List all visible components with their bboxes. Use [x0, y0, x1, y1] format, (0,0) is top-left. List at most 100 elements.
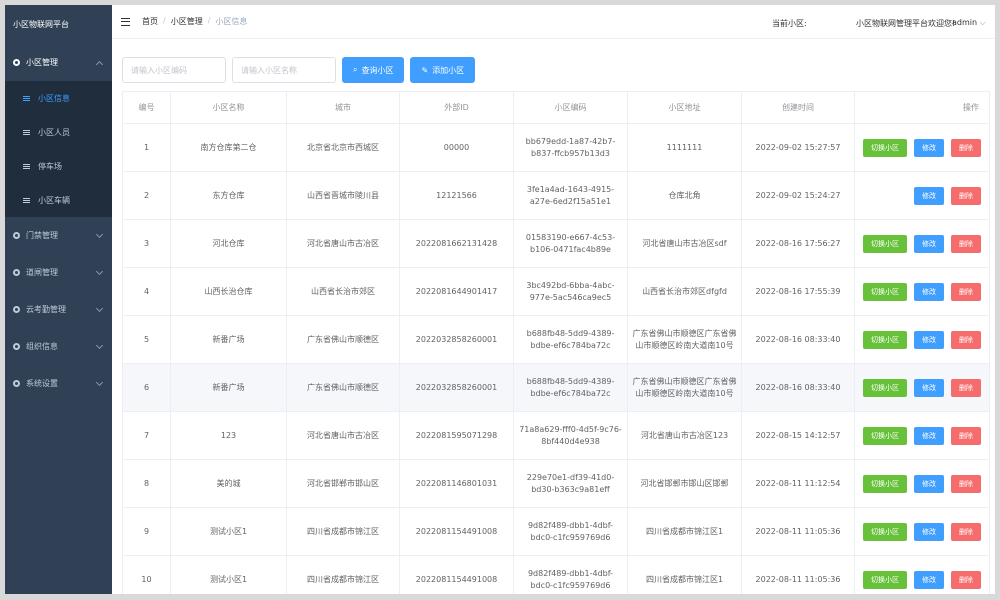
switch-community-button[interactable]: 切换小区 [863, 282, 907, 301]
sidebar-subitem-0-0[interactable]: 小区信息 [5, 81, 112, 115]
grid-icon [23, 94, 30, 102]
edit-button[interactable]: 修改 [914, 234, 944, 253]
community-table: 编号 小区名称 城市 外部ID 小区编码 小区地址 创建时间 操作 1 南方仓库第二仓 北京省北京… [122, 91, 990, 594]
delete-button[interactable]: 删除 [951, 282, 981, 301]
cell-addr: 广东省佛山市顺德区广东省佛山市顺德区岭南大道南10号 [627, 315, 742, 364]
community-name-input[interactable] [232, 57, 336, 83]
sidebar-menu-3[interactable]: 云考勤管理 [5, 291, 112, 328]
cell-addr: 四川省成都市锦江区1 [627, 555, 742, 594]
delete-button[interactable]: 删除 [951, 474, 981, 493]
cell-ops: 切换小区 修改 删除 [854, 507, 990, 556]
edit-button[interactable]: 修改 [914, 426, 944, 445]
cell-ext: 2022081154491008 [399, 555, 514, 594]
delete-button[interactable]: 删除 [951, 426, 981, 445]
column-header: 操作 [854, 91, 990, 124]
menu-label: 系统设置 [26, 379, 58, 388]
switch-community-button[interactable]: 切换小区 [863, 378, 907, 397]
delete-button[interactable]: 删除 [951, 234, 981, 253]
sidebar-menu-1[interactable]: 门禁管理 [5, 217, 112, 254]
settings-icon [13, 59, 20, 66]
app-frame: 小区物联网平台 小区管理 小区信息 小区人员 停车场 小区车辆 门禁管理 道闸管理 云考勤管理… [5, 5, 995, 594]
column-header: 小区编码 [513, 91, 628, 124]
delete-button[interactable]: 删除 [951, 570, 981, 589]
switch-community-button[interactable]: 切换小区 [863, 330, 907, 349]
sidebar-menu-4[interactable]: 组织信息 [5, 328, 112, 365]
edit-button[interactable]: 修改 [914, 570, 944, 589]
cell-time: 2022-08-15 14:12:57 [741, 411, 855, 460]
sidebar-subitem-0-1[interactable]: 小区人员 [5, 115, 112, 149]
cell-city: 四川省成都市锦江区 [286, 555, 400, 594]
switch-community-button[interactable]: 切换小区 [863, 426, 907, 445]
delete-button[interactable]: 删除 [951, 522, 981, 541]
cell-ops: 切换小区 修改 删除 [854, 219, 990, 268]
table-row: 6 新番广场 广东省佛山市顺德区 2022032858260001 b688fb48-5… [122, 363, 990, 412]
delete-button[interactable]: 删除 [951, 186, 981, 205]
grid-icon [23, 128, 30, 136]
column-header: 外部ID [399, 91, 514, 124]
breadcrumb-community-mgmt[interactable]: 小区管理 [171, 16, 203, 27]
subitem-label: 小区人员 [38, 127, 70, 137]
sidebar-subitem-0-3[interactable]: 小区车辆 [5, 183, 112, 217]
cell-ext: 00000 [399, 123, 514, 172]
switch-community-button[interactable]: 切换小区 [863, 474, 907, 493]
switch-community-button[interactable]: 切换小区 [863, 522, 907, 541]
cell-ops: 切换小区 修改 删除 [854, 123, 990, 172]
edit-button[interactable]: 修改 [914, 186, 944, 205]
cell-no: 8 [122, 459, 171, 508]
hamburger-icon[interactable] [121, 17, 130, 26]
cell-addr: 广东省佛山市顺德区广东省佛山市顺德区岭南大道南10号 [627, 363, 742, 412]
search-toolbar: ⌕查询小区 ✎添加小区 [122, 57, 476, 83]
cell-no: 7 [122, 411, 171, 460]
sidebar-menu-0[interactable]: 小区管理 [5, 44, 112, 81]
cell-addr: 仓库北角 [627, 171, 742, 220]
sidebar-menu-5[interactable]: 系统设置 [5, 365, 112, 402]
row-actions: 切换小区 修改 删除 [859, 138, 985, 157]
breadcrumb: 首页 / 小区管理 / 小区信息 [142, 16, 247, 27]
breadcrumb-separator: / [207, 16, 211, 25]
cell-ops: 修改 删除 [854, 171, 990, 220]
edit-button[interactable]: 修改 [914, 522, 944, 541]
current-community-label: 当前小区: [772, 19, 807, 28]
menu-label: 组织信息 [26, 342, 58, 351]
cell-time: 2022-08-11 11:12:54 [741, 459, 855, 508]
cell-ext: 2022032858260001 [399, 315, 514, 364]
cell-time: 2022-08-16 08:33:40 [741, 315, 855, 364]
switch-community-button[interactable]: 切换小区 [863, 138, 907, 157]
table-row: 4 山西长治仓库 山西省长治市郊区 2022081644901417 3bc492bd-… [122, 267, 990, 316]
welcome-text: 小区物联网管理平台欢迎您! [856, 19, 956, 28]
cell-ops: 切换小区 修改 删除 [854, 363, 990, 412]
menu-label: 门禁管理 [26, 231, 58, 240]
breadcrumb-home[interactable]: 首页 [142, 16, 158, 27]
cell-city: 河北省邯郸市邯山区 [286, 459, 400, 508]
cell-code: b688fb48-5dd9-4389-bdbe-ef6c784ba72c [513, 315, 628, 364]
column-header: 城市 [286, 91, 400, 124]
query-button[interactable]: ⌕ 查询小区 [342, 57, 405, 83]
cell-name: 美的城 [170, 459, 287, 508]
sidebar-menu: 小区管理 小区信息小区人员停车场 小区车辆门禁管理道闸管理 云考勤管理组织信息系统设置 [5, 44, 112, 402]
switch-community-button[interactable]: 切换小区 [863, 234, 907, 253]
delete-button[interactable]: 删除 [951, 138, 981, 157]
cell-no: 6 [122, 363, 171, 412]
switch-community-button[interactable]: 切换小区 [863, 570, 907, 589]
cell-no: 10 [122, 555, 171, 594]
delete-button[interactable]: 删除 [951, 330, 981, 349]
cell-name: 123 [170, 411, 287, 460]
edit-button[interactable]: 修改 [914, 474, 944, 493]
edit-button[interactable]: 修改 [914, 378, 944, 397]
breadcrumb-current: 小区信息 [215, 17, 248, 26]
user-menu[interactable]: admin ⌵ [952, 18, 986, 28]
chevron-down-icon [95, 378, 104, 387]
cell-ext: 2022081154491008 [399, 507, 514, 556]
cell-addr: 河北省邯郸市邯山区邯郸 [627, 459, 742, 508]
edit-icon: ✎ [421, 65, 429, 75]
community-code-input[interactable] [122, 57, 226, 83]
edit-button[interactable]: 修改 [914, 138, 944, 157]
edit-button[interactable]: 修改 [914, 282, 944, 301]
edit-button[interactable]: 修改 [914, 330, 944, 349]
delete-button[interactable]: 删除 [951, 378, 981, 397]
cell-code: 01583190-e667-4c53-b106-0471fac4b89e [513, 219, 628, 268]
add-community-button[interactable]: ✎ 添加小区 [410, 57, 476, 83]
sidebar-menu-2[interactable]: 道闸管理 [5, 254, 112, 291]
sidebar-subitem-0-2[interactable]: 停车场 [5, 149, 112, 183]
cell-no: 2 [122, 171, 171, 220]
